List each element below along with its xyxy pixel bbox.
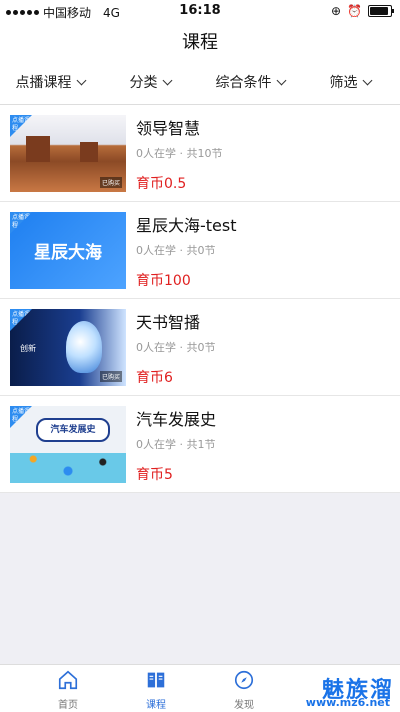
course-thumbnail: 点播课程 已购买 bbox=[10, 115, 126, 192]
thumbnail-text: 汽车发展史 bbox=[36, 418, 110, 442]
nav-bar: 课程 bbox=[0, 22, 400, 60]
thumbnail-text: 星辰大海 bbox=[34, 243, 102, 263]
filter-course-type[interactable]: 点播课程 bbox=[0, 60, 100, 104]
alarm-icon: ⏰ bbox=[347, 4, 362, 18]
filter-screen[interactable]: 筛选 bbox=[300, 60, 400, 104]
battery-icon bbox=[368, 5, 394, 17]
course-meta: 0人在学 · 共1节 bbox=[136, 438, 216, 451]
tab-label: 发现 bbox=[234, 700, 254, 711]
filter-label: 筛选 bbox=[329, 75, 358, 91]
course-price: 育币5 bbox=[136, 467, 173, 483]
course-price: 育币6 bbox=[136, 370, 173, 386]
filter-category[interactable]: 分类 bbox=[100, 60, 200, 104]
course-thumbnail: 汽车发展史 点播课程 bbox=[10, 406, 126, 483]
tab-label: 课程 bbox=[146, 700, 166, 711]
course-badge: 点播课程 bbox=[10, 309, 32, 331]
course-meta: 0人在学 · 共10节 bbox=[136, 147, 223, 160]
lock-rotation-icon: ⊕ bbox=[330, 4, 342, 18]
status-bar: 中国移动 4G 16:18 ⊕ ⏰ bbox=[0, 0, 400, 22]
home-icon bbox=[58, 670, 78, 690]
mesa-shape bbox=[26, 136, 50, 162]
filter-label: 综合条件 bbox=[215, 75, 272, 91]
course-price: 育币100 bbox=[136, 273, 191, 289]
filter-label: 点播课程 bbox=[15, 75, 72, 91]
chevron-down-icon bbox=[76, 75, 86, 85]
course-badge: 点播课程 bbox=[10, 115, 32, 137]
course-meta: 0人在学 · 共0节 bbox=[136, 244, 216, 257]
course-thumbnail: 创新 点播课程 已购买 bbox=[10, 309, 126, 386]
course-meta: 0人在学 · 共0节 bbox=[136, 341, 216, 354]
chevron-down-icon bbox=[162, 75, 172, 85]
filter-sort[interactable]: 综合条件 bbox=[200, 60, 300, 104]
dots-graphic bbox=[10, 453, 126, 483]
tab-discover[interactable]: 发现 bbox=[204, 669, 284, 711]
course-item[interactable]: 创新 点播课程 已购买 天书智播 0人在学 · 共0节 育币6 bbox=[0, 299, 400, 396]
compass-icon bbox=[234, 670, 254, 690]
tab-home[interactable]: 首页 bbox=[28, 669, 108, 711]
course-badge: 点播课程 bbox=[10, 212, 32, 234]
purchased-tag: 已购买 bbox=[99, 371, 122, 382]
course-item[interactable]: 星辰大海 点播课程 星辰大海-test 0人在学 · 共0节 育币100 bbox=[0, 202, 400, 299]
mesa-shape bbox=[80, 142, 98, 162]
thumbnail-text: 创新 bbox=[20, 344, 36, 353]
course-title: 天书智播 bbox=[136, 313, 201, 332]
course-badge: 点播课程 bbox=[10, 406, 32, 428]
tab-label: 首页 bbox=[58, 700, 78, 711]
course-item[interactable]: 汽车发展史 点播课程 汽车发展史 0人在学 · 共1节 育币5 bbox=[0, 396, 400, 493]
watermark-url: www.mz6.net bbox=[305, 696, 390, 709]
course-list: 点播课程 已购买 领导智慧 0人在学 · 共10节 育币0.5 星辰大海 点播课… bbox=[0, 105, 400, 493]
course-price: 育币0.5 bbox=[136, 176, 187, 192]
course-thumbnail: 星辰大海 点播课程 bbox=[10, 212, 126, 289]
page-title: 课程 bbox=[182, 32, 218, 53]
filter-bar: 点播课程 分类 综合条件 筛选 bbox=[0, 60, 400, 105]
course-title: 星辰大海-test bbox=[136, 216, 237, 235]
chevron-down-icon bbox=[362, 75, 372, 85]
ai-head-graphic bbox=[66, 321, 102, 373]
course-title: 汽车发展史 bbox=[136, 410, 217, 429]
chevron-down-icon bbox=[276, 75, 286, 85]
course-item[interactable]: 点播课程 已购买 领导智慧 0人在学 · 共10节 育币0.5 bbox=[0, 105, 400, 202]
filter-label: 分类 bbox=[129, 75, 158, 91]
tab-courses[interactable]: 课程 bbox=[116, 669, 196, 711]
book-icon bbox=[147, 672, 165, 688]
course-title: 领导智慧 bbox=[136, 119, 201, 138]
purchased-tag: 已购买 bbox=[99, 177, 122, 188]
